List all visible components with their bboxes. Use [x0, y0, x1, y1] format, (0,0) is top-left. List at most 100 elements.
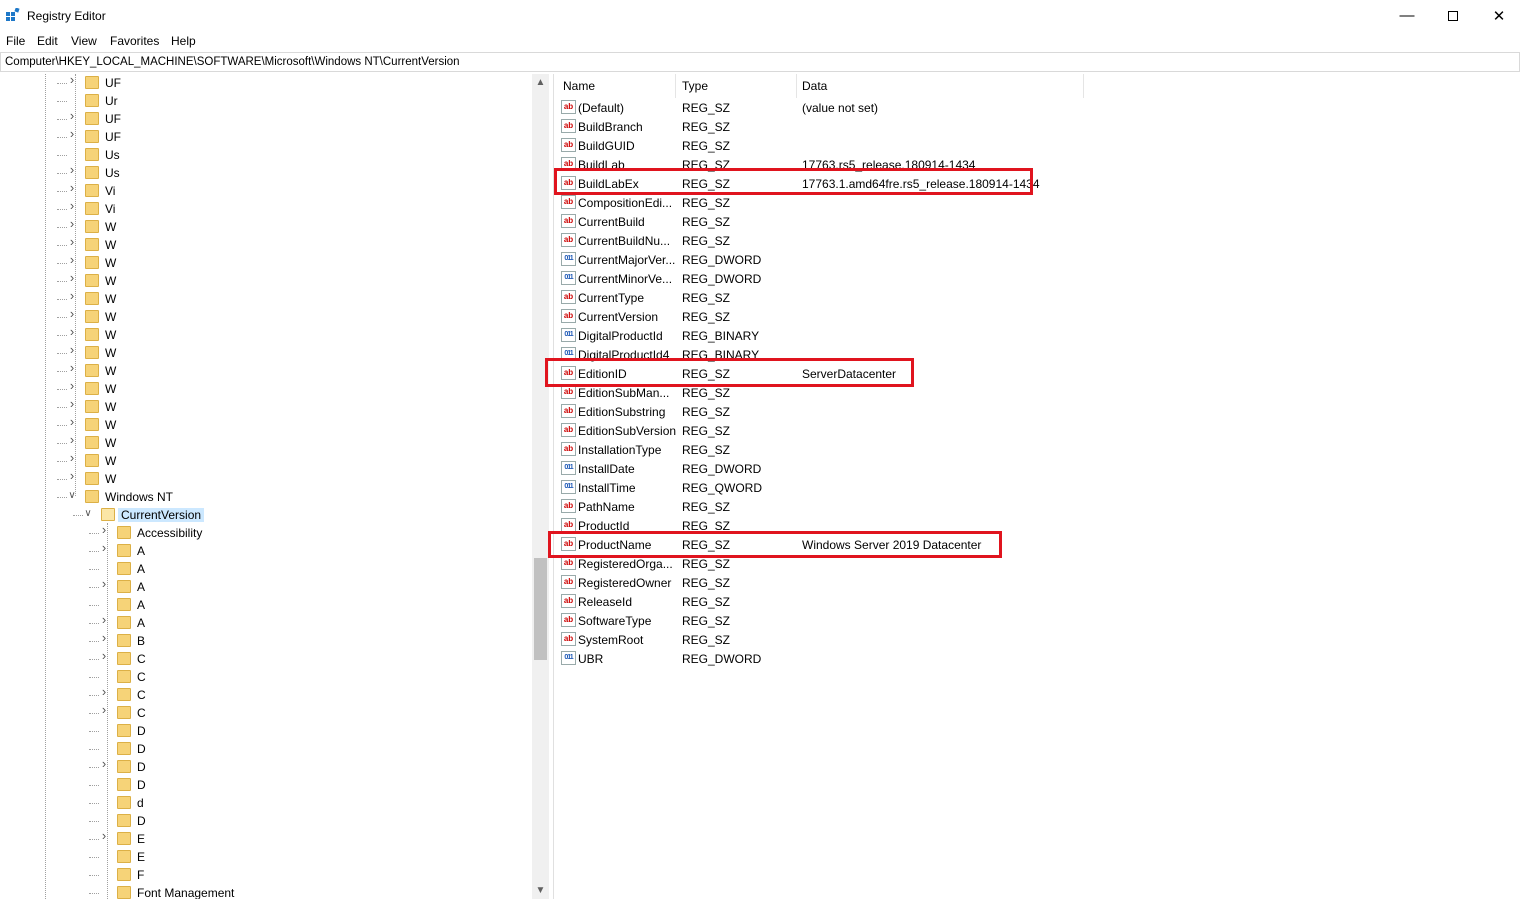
tree-node[interactable]: › W: [0, 451, 530, 470]
value-row[interactable]: 011 DigitalProductId REG_BINARY: [555, 326, 1523, 345]
chevron-right-icon[interactable]: ›: [67, 415, 77, 428]
tree-node[interactable]: › Accessibility: [0, 523, 530, 542]
chevron-right-icon[interactable]: ›: [67, 433, 77, 446]
chevron-right-icon[interactable]: ›: [67, 325, 77, 338]
value-row[interactable]: 011 CurrentMajorVer... REG_DWORD: [555, 250, 1523, 269]
chevron-right-icon[interactable]: ›: [99, 829, 109, 842]
chevron-right-icon[interactable]: ›: [67, 289, 77, 302]
value-row[interactable]: ab BuildGUID REG_SZ: [555, 136, 1523, 155]
column-header-data[interactable]: Data: [797, 74, 1083, 98]
scroll-down-icon[interactable]: ▼: [532, 882, 549, 899]
chevron-right-icon[interactable]: ›: [67, 235, 77, 248]
scroll-up-icon[interactable]: ▲: [532, 74, 549, 91]
tree-node[interactable]: › C: [0, 685, 530, 704]
tree-node[interactable]: › C: [0, 649, 530, 668]
tree-node[interactable]: › W: [0, 325, 530, 344]
value-row[interactable]: ab InstallationType REG_SZ: [555, 440, 1523, 459]
tree-node[interactable]: D: [0, 740, 530, 758]
tree-node[interactable]: › D: [0, 757, 530, 776]
maximize-button[interactable]: [1430, 0, 1476, 31]
tree-node[interactable]: › W: [0, 397, 530, 416]
value-row[interactable]: ab EditionSubVersion REG_SZ: [555, 421, 1523, 440]
tree-node[interactable]: › W: [0, 289, 530, 308]
value-row[interactable]: ab CurrentBuild REG_SZ: [555, 212, 1523, 231]
scroll-thumb[interactable]: [534, 558, 547, 660]
tree-node[interactable]: D: [0, 722, 530, 740]
menu-edit[interactable]: Edit: [37, 34, 58, 48]
close-button[interactable]: ✕: [1476, 0, 1522, 31]
tree-node[interactable]: › W: [0, 415, 530, 434]
tree-node[interactable]: › C: [0, 703, 530, 722]
chevron-right-icon[interactable]: ›: [67, 469, 77, 482]
value-row[interactable]: ab CurrentType REG_SZ: [555, 288, 1523, 307]
tree-node[interactable]: › UF: [0, 127, 530, 146]
tree-node[interactable]: D: [0, 776, 530, 794]
chevron-right-icon[interactable]: ›: [67, 397, 77, 410]
value-row[interactable]: ab CurrentVersion REG_SZ: [555, 307, 1523, 326]
minimize-button[interactable]: —: [1384, 0, 1430, 31]
menu-view[interactable]: View: [71, 34, 97, 48]
menu-file[interactable]: File: [6, 34, 25, 48]
tree-node[interactable]: › W: [0, 379, 530, 398]
tree-node[interactable]: › W: [0, 271, 530, 290]
chevron-right-icon[interactable]: ›: [67, 271, 77, 284]
chevron-right-icon[interactable]: ›: [99, 541, 109, 554]
chevron-right-icon[interactable]: ›: [67, 343, 77, 356]
chevron-right-icon[interactable]: ›: [99, 649, 109, 662]
menu-help[interactable]: Help: [171, 34, 196, 48]
column-header-name[interactable]: Name: [555, 74, 675, 98]
tree-scrollbar[interactable]: ▲ ▼: [532, 74, 549, 899]
chevron-right-icon[interactable]: ›: [67, 163, 77, 176]
value-row[interactable]: ab CurrentBuildNu... REG_SZ: [555, 231, 1523, 250]
tree-node[interactable]: A: [0, 560, 530, 578]
tree-node[interactable]: D: [0, 812, 530, 830]
tree-node[interactable]: › A: [0, 541, 530, 560]
chevron-right-icon[interactable]: ›: [67, 307, 77, 320]
chevron-right-icon[interactable]: ›: [67, 127, 77, 140]
tree-node[interactable]: › W: [0, 361, 530, 380]
tree-node[interactable]: › Vi: [0, 181, 530, 200]
value-row[interactable]: ab SoftwareType REG_SZ: [555, 611, 1523, 630]
value-row[interactable]: 011 UBR REG_DWORD: [555, 649, 1523, 668]
chevron-right-icon[interactable]: ›: [67, 199, 77, 212]
value-row[interactable]: ab EditionSubstring REG_SZ: [555, 402, 1523, 421]
tree-node[interactable]: › W: [0, 433, 530, 452]
value-row[interactable]: ab ReleaseId REG_SZ: [555, 592, 1523, 611]
chevron-down-icon[interactable]: ∨: [83, 509, 93, 519]
tree-node[interactable]: › W: [0, 307, 530, 326]
chevron-right-icon[interactable]: ›: [99, 523, 109, 536]
tree-node[interactable]: › W: [0, 469, 530, 488]
tree-node[interactable]: Us: [0, 146, 530, 164]
tree-node[interactable]: › E: [0, 829, 530, 848]
tree-node[interactable]: › UF: [0, 109, 530, 128]
tree-node[interactable]: › Us: [0, 163, 530, 182]
tree-node[interactable]: › A: [0, 577, 530, 596]
pane-splitter[interactable]: [549, 74, 554, 899]
value-row[interactable]: ab CompositionEdi... REG_SZ: [555, 193, 1523, 212]
tree-node[interactable]: F: [0, 866, 530, 884]
chevron-right-icon[interactable]: ›: [99, 703, 109, 716]
chevron-right-icon[interactable]: ›: [99, 631, 109, 644]
tree-node[interactable]: › A: [0, 613, 530, 632]
chevron-right-icon[interactable]: ›: [67, 217, 77, 230]
tree-node-currentversion[interactable]: ∨ CurrentVersion: [0, 506, 530, 524]
tree-node[interactable]: › W: [0, 253, 530, 272]
tree-node[interactable]: › W: [0, 343, 530, 362]
address-path[interactable]: Computer\HKEY_LOCAL_MACHINE\SOFTWARE\Mic…: [5, 56, 460, 68]
value-row[interactable]: 011 InstallTime REG_QWORD: [555, 478, 1523, 497]
value-row[interactable]: 011 CurrentMinorVe... REG_DWORD: [555, 269, 1523, 288]
tree-node[interactable]: d: [0, 794, 530, 812]
tree-node[interactable]: Ur: [0, 92, 530, 110]
chevron-right-icon[interactable]: ›: [99, 613, 109, 626]
chevron-right-icon[interactable]: ›: [67, 361, 77, 374]
chevron-right-icon[interactable]: ›: [67, 253, 77, 266]
chevron-right-icon[interactable]: ›: [99, 757, 109, 770]
tree-node[interactable]: › UF: [0, 74, 530, 92]
value-row[interactable]: ab PathName REG_SZ: [555, 497, 1523, 516]
tree-node[interactable]: E: [0, 848, 530, 866]
chevron-right-icon[interactable]: ›: [67, 109, 77, 122]
value-row[interactable]: ab (Default) REG_SZ (value not set): [555, 98, 1523, 117]
value-row[interactable]: ab BuildBranch REG_SZ: [555, 117, 1523, 136]
tree-node[interactable]: › Vi: [0, 199, 530, 218]
tree-node[interactable]: A: [0, 596, 530, 614]
